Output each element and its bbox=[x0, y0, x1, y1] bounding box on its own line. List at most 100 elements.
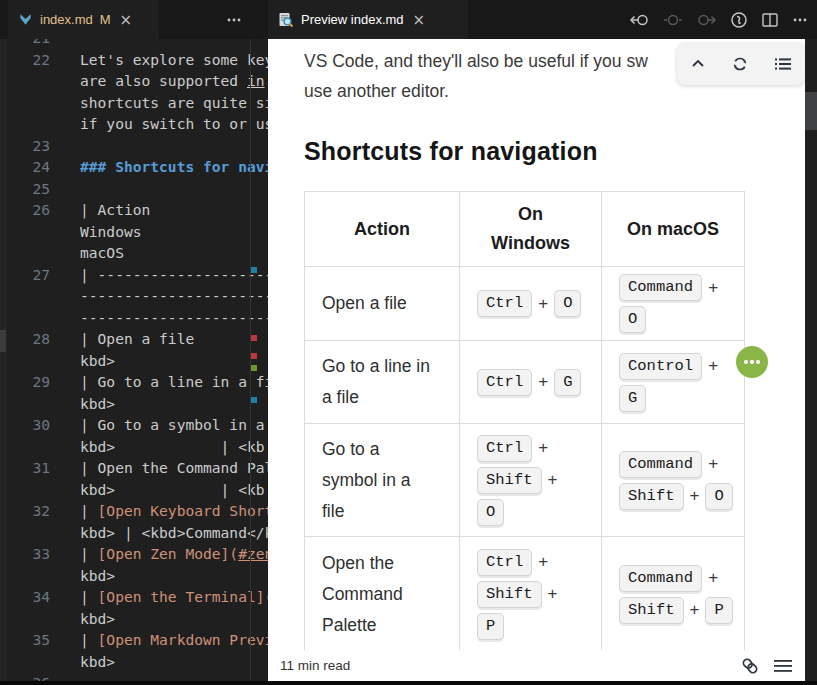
copy-link-icon[interactable] bbox=[739, 655, 761, 677]
markdown-file-icon bbox=[18, 12, 33, 27]
kbd-key: P bbox=[477, 613, 504, 640]
preview-scrollbar[interactable] bbox=[805, 39, 817, 685]
action-cell: Open theCommandPalette bbox=[305, 537, 460, 652]
kbd-key: Shift bbox=[619, 597, 684, 624]
left-editor-scrollbar[interactable] bbox=[0, 39, 7, 681]
editor-line[interactable]: 22Let's explore some keyb bbox=[0, 49, 268, 71]
editor-line[interactable]: if you switch to or use bbox=[0, 113, 268, 135]
go-forward-icon[interactable] bbox=[695, 11, 717, 29]
plus-separator: + bbox=[538, 552, 548, 572]
outline-list-icon[interactable] bbox=[774, 56, 792, 72]
editor-line[interactable]: 24### Shortcuts for navig bbox=[0, 156, 268, 178]
code-editor[interactable]: 2122Let's explore some keybare also supp… bbox=[0, 0, 268, 685]
editor-line[interactable]: ---------------------------- bbox=[0, 285, 268, 307]
kbd-key: Command bbox=[619, 274, 702, 301]
collapse-icon[interactable] bbox=[690, 56, 706, 72]
editor-line[interactable]: 32| [Open Keyboard Shortc bbox=[0, 500, 268, 522]
windows-shortcut-cell: Ctrl + Shift + O bbox=[460, 424, 602, 537]
editor-line[interactable]: kbd> bbox=[0, 350, 268, 372]
action-cell: Open a file bbox=[305, 267, 460, 341]
read-time: 11 min read bbox=[280, 658, 350, 673]
kbd-key: Shift bbox=[477, 467, 542, 494]
editor-line[interactable]: 34| [Open the Terminal]( bbox=[0, 586, 268, 608]
editor-line[interactable]: 26| Action bbox=[0, 199, 268, 221]
kbd-key: Ctrl bbox=[477, 435, 532, 462]
editor-line[interactable]: macOS bbox=[0, 242, 268, 264]
editor-line[interactable]: 28| Open a file bbox=[0, 328, 268, 350]
editor-line[interactable]: kbd> | <kbd>Command</kb bbox=[0, 522, 268, 544]
go-back-icon[interactable] bbox=[629, 11, 651, 29]
kbd-key: G bbox=[554, 369, 581, 396]
plus-separator: + bbox=[538, 372, 548, 392]
kbd-key: Ctrl bbox=[477, 549, 532, 576]
editor-line[interactable]: kbd> bbox=[0, 651, 268, 673]
tab-bar: index.md M × Preview index.md × bbox=[0, 0, 817, 39]
plus-separator: + bbox=[708, 454, 718, 474]
editor-more-actions-icon[interactable] bbox=[226, 0, 242, 39]
kbd-key: Control bbox=[619, 353, 702, 380]
plus-separator: + bbox=[538, 438, 548, 458]
close-tab-icon[interactable]: × bbox=[120, 11, 133, 29]
plus-separator: + bbox=[690, 600, 700, 620]
editor-line[interactable]: kbd> bbox=[0, 608, 268, 630]
ruler-decoration bbox=[251, 353, 257, 359]
editor-line[interactable]: shortcuts are quite sim bbox=[0, 92, 268, 114]
kbd-key: O bbox=[477, 499, 504, 526]
action-cell: Go to a line ina file bbox=[305, 341, 460, 424]
macos-shortcut-cell: Command+Shift+O bbox=[602, 424, 745, 537]
editor-line[interactable]: are also supported in bbox=[0, 70, 268, 92]
plus-separator: + bbox=[548, 584, 558, 604]
ruler-decoration bbox=[251, 335, 257, 341]
action-cell: Go to asymbol in afile bbox=[305, 424, 460, 537]
editor-line[interactable]: 25 bbox=[0, 178, 268, 200]
nav-location-icon[interactable] bbox=[663, 11, 683, 29]
more-actions-icon[interactable] bbox=[791, 11, 809, 29]
editor-line[interactable]: 31| Open the Command Pale bbox=[0, 457, 268, 479]
editor-line[interactable]: kbd> | <kb bbox=[0, 479, 268, 501]
preview-toolbar bbox=[677, 43, 805, 85]
editor-line[interactable]: 27| -------------------------- bbox=[0, 264, 268, 286]
ruler-decoration bbox=[251, 365, 257, 371]
table-header: Action bbox=[305, 192, 460, 267]
editor-line[interactable]: kbd> bbox=[0, 565, 268, 587]
markdown-preview-pane: VS Code, and they'll also be useful if y… bbox=[268, 39, 805, 681]
plus-separator: + bbox=[548, 470, 558, 490]
refresh-icon[interactable] bbox=[731, 55, 749, 73]
editor-line[interactable]: 29| Go to a line in a fil bbox=[0, 371, 268, 393]
tab-preview-index-md[interactable]: Preview index.md × bbox=[268, 0, 468, 39]
vscode-window: 2122Let's explore some keybare also supp… bbox=[0, 0, 817, 685]
plus-separator: + bbox=[538, 294, 548, 314]
table-header: On macOS bbox=[602, 192, 745, 267]
kbd-key: Shift bbox=[477, 581, 542, 608]
editor-line[interactable]: 30| Go to a symbol in a bbox=[0, 414, 268, 436]
collaborator-presence-button[interactable] bbox=[736, 346, 768, 378]
editor-line[interactable]: 23 bbox=[0, 135, 268, 157]
shortcuts-table: ActionOnWindowsOn macOS Open a file Ctrl +… bbox=[304, 191, 745, 652]
editor-line[interactable]: kbd> bbox=[0, 393, 268, 415]
run-or-debug-icon[interactable] bbox=[729, 10, 749, 30]
split-editor-icon[interactable] bbox=[761, 11, 779, 29]
left-editor-scrollbar-thumb[interactable] bbox=[0, 330, 6, 352]
editor-line[interactable]: ---------------------------- bbox=[0, 307, 268, 329]
windows-shortcut-cell: Ctrl + O bbox=[460, 267, 602, 341]
table-row: Go to asymbol in afile Ctrl + Shift + O Comman… bbox=[305, 424, 745, 537]
close-tab-icon[interactable]: × bbox=[413, 11, 426, 29]
table-row: Go to a line ina fileCtrl+GControl+G bbox=[305, 341, 745, 424]
kbd-key: Command bbox=[619, 451, 702, 478]
preview-scrollbar-thumb[interactable] bbox=[805, 92, 817, 130]
kbd-key: Ctrl bbox=[477, 290, 532, 317]
table-header: OnWindows bbox=[460, 192, 602, 267]
modified-badge: M bbox=[100, 12, 111, 27]
windows-shortcut-cell: Ctrl + Shift + P bbox=[460, 537, 602, 652]
editor-line[interactable]: kbd> | <kb bbox=[0, 436, 268, 458]
kbd-key: O bbox=[554, 290, 581, 317]
editor-line[interactable]: 33| [Open Zen Mode](#zen- bbox=[0, 543, 268, 565]
menu-icon[interactable] bbox=[773, 658, 793, 674]
editor-line[interactable]: 35| [Open Markdown Previe bbox=[0, 629, 268, 651]
plus-separator: + bbox=[690, 486, 700, 506]
plus-separator: + bbox=[708, 568, 718, 588]
table-row: Open theCommandPaletteCtrl+Shift+PComman… bbox=[305, 537, 745, 652]
plus-separator: + bbox=[708, 356, 718, 376]
editor-line[interactable]: Windows bbox=[0, 221, 268, 243]
tab-index-md[interactable]: index.md M × bbox=[8, 0, 158, 39]
